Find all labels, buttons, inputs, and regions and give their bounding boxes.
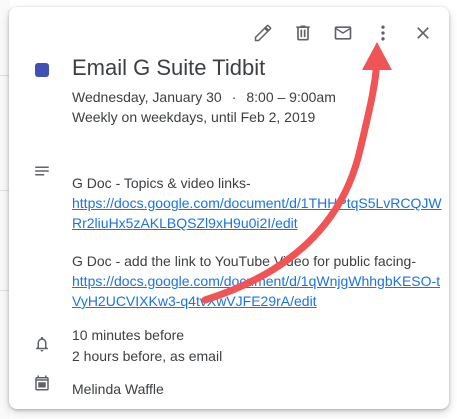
notification-item: 2 hours before, as email (72, 348, 223, 364)
email-guests-button[interactable] (325, 15, 361, 51)
trash-icon (296, 25, 310, 41)
pencil-icon (254, 24, 272, 42)
doc-link[interactable]: https://docs.google.com/document/d/1THHP… (72, 195, 442, 231)
description-line: G Doc - Topics & video links- (72, 175, 251, 191)
calendar-owner: Melinda Waffle (72, 381, 164, 397)
event-date: Wednesday, January 30 (72, 89, 222, 105)
date-time-separator: · (231, 89, 237, 105)
event-description: G Doc - Topics & video links- https://do… (72, 173, 442, 311)
event-date-time: Wednesday, January 30 · 8:00 – 9:00am (72, 89, 336, 105)
doc-link[interactable]: https://docs.google.com/document/d/1qWnj… (72, 273, 440, 309)
card-toolbar (245, 15, 441, 51)
notification-list: 10 minutes before 2 hours before, as ema… (72, 325, 222, 367)
event-recurrence: Weekly on weekdays, until Feb 2, 2019 (72, 109, 316, 125)
mail-icon (334, 26, 352, 40)
calendar-icon (33, 374, 51, 397)
bell-icon (33, 335, 51, 358)
more-options-button[interactable] (365, 15, 401, 51)
description-line: G Doc - add the link to YouTube Video fo… (72, 253, 416, 269)
close-button[interactable] (405, 15, 441, 51)
event-time: 8:00 – 9:00am (246, 89, 336, 105)
delete-button[interactable] (285, 15, 321, 51)
more-vert-icon (381, 25, 385, 41)
edit-button[interactable] (245, 15, 281, 51)
notification-item: 10 minutes before (72, 327, 185, 343)
description-icon (33, 162, 51, 185)
event-title: Email G Suite Tidbit (72, 55, 266, 80)
event-color-swatch (35, 63, 49, 77)
event-details-card: Email G Suite Tidbit Wednesday, January … (9, 7, 449, 409)
close-icon (417, 27, 429, 39)
